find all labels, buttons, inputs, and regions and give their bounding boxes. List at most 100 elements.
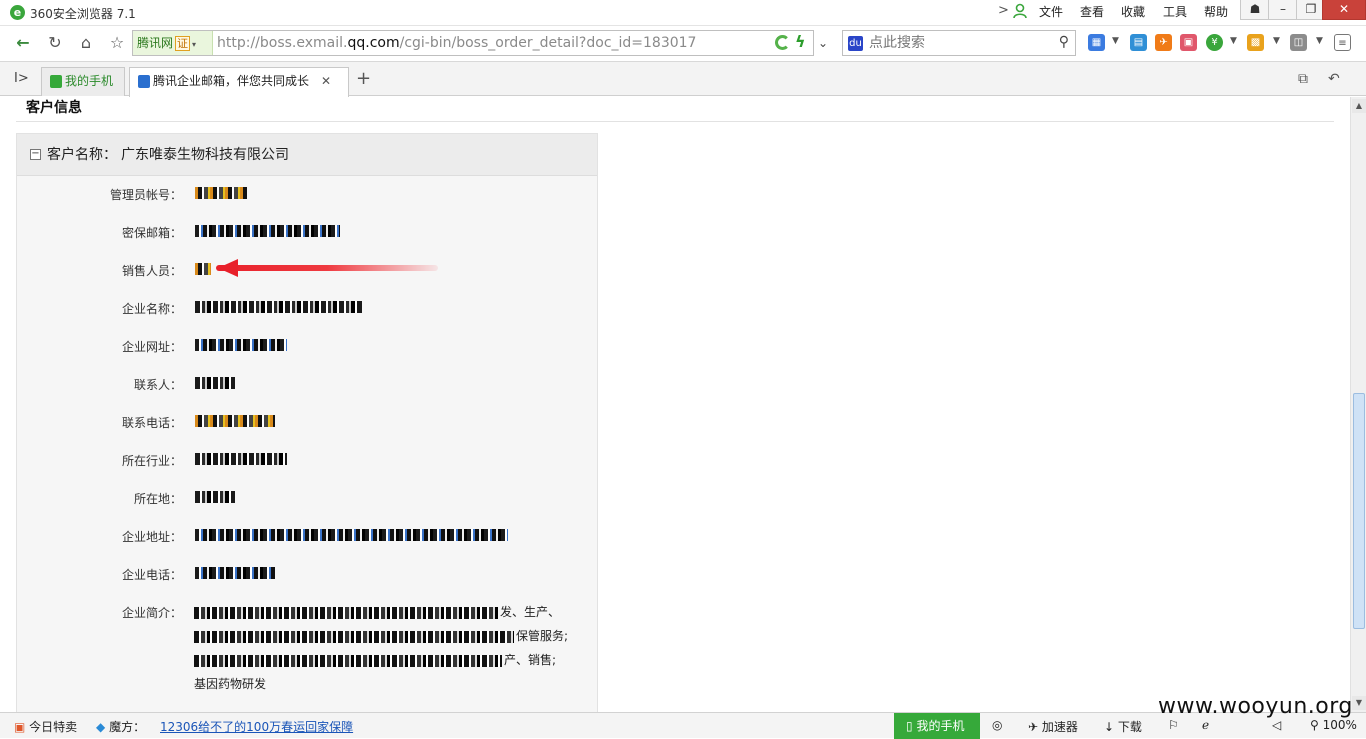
chevron-right-icon[interactable]: > [998,3,1009,18]
accelerator-label: 加速器 [1041,720,1078,734]
annotation-arrow [216,265,438,271]
tab-exmail[interactable]: 腾讯企业邮箱，伴您共同成长 ✕ [129,67,349,97]
skin-button[interactable]: ☗ [1240,0,1270,20]
customer-panel-header: − 客户名称： 广东唯泰生物科技有限公司 [17,134,597,176]
tab-my-phone[interactable]: 我的手机 [41,67,125,96]
phone-icon: ▯ [906,719,913,733]
menu-favorites[interactable]: 收藏 [1121,3,1145,20]
search-box[interactable]: du 点此搜索 ⚲ [842,30,1076,56]
search-input[interactable]: 点此搜索 [869,31,925,55]
download-icon: ↓ [1104,720,1115,734]
field-contact-phone: 联系电话： [121,416,182,430]
intro-fragment: 产、销售; [504,653,557,667]
redacted-company-name [195,301,362,313]
phone-icon [50,75,62,88]
customer-name-label: 客户名称： [47,147,117,163]
company-intro-line-2: 保管服务; [194,627,568,644]
game-dropdown-icon[interactable]: ▼ [1273,36,1280,46]
my-phone-button[interactable]: ▯ 我的手机 [894,713,980,739]
home-button[interactable]: ⌂ [73,30,99,56]
menu-tools[interactable]: 工具 [1163,3,1187,20]
back-button[interactable]: ← [10,30,36,56]
redacted-company-website [195,339,287,351]
browser-icon[interactable]: ◎ [992,718,1002,732]
tab-label: 我的手机 [65,74,114,88]
favorite-star-button[interactable]: ☆ [104,30,130,56]
scroll-up-icon[interactable]: ▲ [1352,99,1366,113]
finance-dropdown-icon[interactable]: ▼ [1230,36,1237,46]
cert-label: 腾讯网 [137,36,174,50]
vertical-scrollbar[interactable]: ▲ ▼ [1350,97,1366,712]
zoom-control[interactable]: ⚲ 100% [1310,718,1357,732]
menu-help[interactable]: 帮助 [1204,3,1228,20]
finance-icon[interactable]: ¥ [1206,34,1223,51]
redacted-intro-text [194,630,514,643]
sidebar-toggle-icon[interactable]: I> [14,71,29,86]
today-deals[interactable]: ▣ 今日特卖 [14,718,77,735]
address-bar[interactable]: 腾讯网证 ▾ http://boss.exmail.qq.com/cgi-bin/… [132,30,814,56]
page-content: 客户信息 − 客户名称： 广东唯泰生物科技有限公司 管理员帐号： 密保邮箱： 销… [0,97,1350,712]
apps-dropdown-icon[interactable]: ▼ [1112,36,1119,46]
refresh-button[interactable]: ↻ [42,30,68,56]
close-button[interactable]: ✕ [1322,0,1366,20]
field-industry: 所在行业： [121,454,182,468]
undo-close-icon[interactable]: ↶ [1328,71,1340,87]
cube-icon: ◆ [96,720,106,734]
download[interactable]: ↓ 下载 [1104,718,1142,735]
intro-fragment: 发、生产、 [500,605,561,619]
field-security-email: 密保邮箱： [121,226,182,240]
gift-icon: ▣ [14,720,26,734]
flight-icon[interactable]: ✈ [1155,34,1172,51]
download-label: 下载 [1117,720,1142,734]
menu-icon[interactable]: ≡ [1334,34,1351,51]
new-tab-button[interactable]: + [356,68,371,89]
section-title: 客户信息 [26,100,82,116]
screenshot-dropdown-icon[interactable]: ▼ [1316,36,1323,46]
annotation-arrow-head [218,259,238,277]
watermark: www.wooyun.org [1158,694,1353,719]
menu-view[interactable]: 查看 [1080,3,1104,20]
redacted-industry [195,453,287,465]
field-company-intro: 企业简介： [121,606,182,620]
field-salesperson: 销售人员： [121,264,182,278]
redacted-intro-text [194,654,502,667]
intro-fragment: 基因药物研发 [194,677,267,691]
shopping-icon[interactable]: ▣ [1180,34,1197,51]
tab-list-icon[interactable]: ⧉ [1298,71,1308,87]
scroll-down-icon[interactable]: ▼ [1352,696,1366,710]
sound-icon[interactable]: ◁ [1272,718,1281,732]
menu-file[interactable]: 文件 [1039,3,1063,20]
field-company-address: 企业地址： [121,530,182,544]
url-text[interactable]: http://boss.exmail.qq.com/cgi-bin/boss_o… [217,31,696,55]
field-location: 所在地： [133,492,182,506]
speed-mode-icon[interactable]: ϟ [795,32,806,51]
close-tab-icon[interactable]: ✕ [321,74,331,88]
ie-mode-icon[interactable]: ℯ [1202,718,1209,732]
flag-icon[interactable]: ⚐ [1168,718,1179,732]
search-engine-icon[interactable]: du [848,36,863,51]
redacted-contact-phone [195,415,275,427]
company-intro-line-4: 基因药物研发 [194,675,266,692]
minimize-button[interactable]: – [1268,0,1298,20]
scroll-thumb[interactable] [1353,393,1365,629]
intro-fragment: 保管服务; [516,629,569,643]
screenshot-icon[interactable]: ◫ [1290,34,1307,51]
accelerator[interactable]: ✈ 加速器 [1028,718,1078,735]
redacted-security-email [195,225,340,237]
site-certificate[interactable]: 腾讯网证 ▾ [133,31,213,55]
collapse-icon[interactable]: − [30,149,41,160]
window-title: 360安全浏览器 7.1 [30,7,136,21]
search-icon[interactable]: ⚲ [1059,34,1069,50]
field-company-name: 企业名称： [121,302,182,316]
news-link[interactable]: 12306给不了的100万春运回家保障 [160,718,353,735]
redacted-company-phone [195,567,275,579]
calendar-icon[interactable]: ▤ [1130,34,1147,51]
redacted-company-address [195,529,508,541]
address-dropdown-icon[interactable]: ⌄ [818,36,828,50]
apps-icon[interactable]: ▦ [1088,34,1105,51]
company-intro-line-3: 产、销售; [194,651,556,668]
user-account-icon[interactable] [1013,3,1027,19]
redacted-contact-person [195,377,235,389]
magic-cube[interactable]: ◆ 魔方： [96,718,145,735]
game-icon[interactable]: ▩ [1247,34,1264,51]
